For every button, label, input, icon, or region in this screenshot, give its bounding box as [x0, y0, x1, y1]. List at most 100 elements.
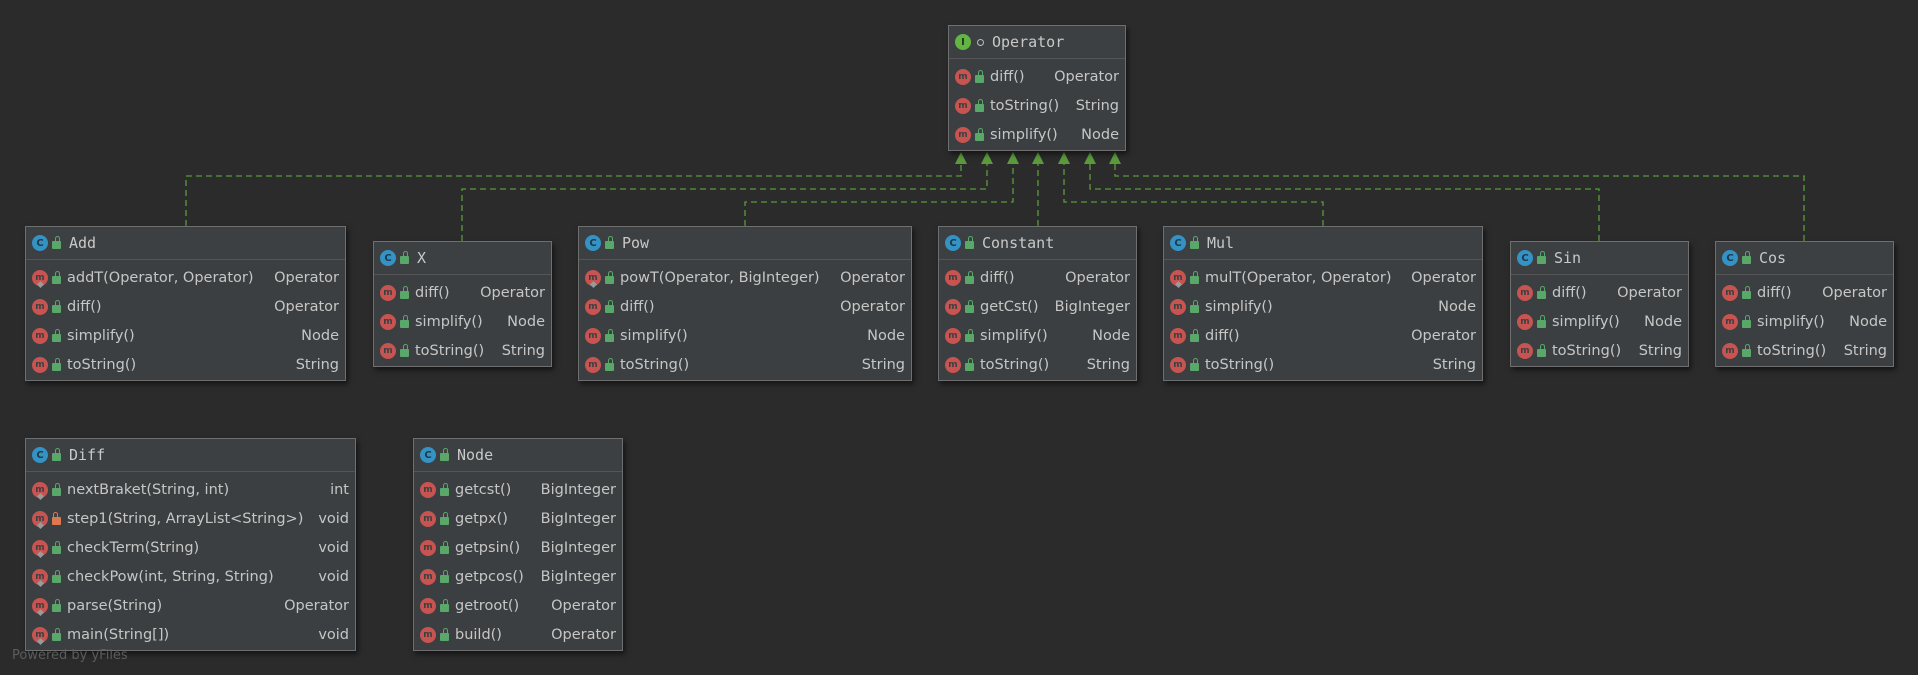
- return-type: Operator: [1054, 68, 1119, 85]
- method-name: step1(String, ArrayList<String>): [67, 510, 304, 527]
- return-type: Node: [1081, 126, 1119, 143]
- method-row[interactable]: m diff() Operator: [579, 292, 911, 321]
- method-name: getcst(): [455, 481, 512, 498]
- uml-node-diff[interactable]: C Diff m nextBraket(String, int) int m step1(S…: [25, 438, 356, 651]
- uml-node-header[interactable]: C Pow: [579, 227, 911, 260]
- return-type: BigInteger: [540, 481, 616, 498]
- method-name: simplify(): [415, 313, 483, 330]
- method-row[interactable]: m simplify() Node: [579, 321, 911, 350]
- return-type: String: [501, 342, 545, 359]
- uml-node-header[interactable]: C Mul: [1164, 227, 1482, 260]
- uml-node-cos[interactable]: C Cos m diff() Operator m simplify() Node m toStr…: [1715, 241, 1894, 367]
- method-row[interactable]: m getCst() BigInteger: [939, 292, 1136, 321]
- uml-node-header[interactable]: I Operator: [949, 26, 1125, 59]
- method-row[interactable]: m simplify() Node: [949, 120, 1125, 149]
- method-row[interactable]: m diff() Operator: [26, 292, 345, 321]
- method-row[interactable]: m addT(Operator, Operator) Operator: [26, 263, 345, 292]
- uml-member-list: m diff() Operator m getCst() BigInteger m simpl…: [939, 260, 1136, 379]
- method-icon: m: [955, 68, 971, 85]
- method-row[interactable]: m toString() String: [1164, 350, 1482, 379]
- method-row[interactable]: m diff() Operator: [374, 278, 551, 307]
- public-lock-icon: [1537, 251, 1546, 264]
- method-row[interactable]: m toString() String: [1716, 336, 1893, 365]
- method-row[interactable]: m powT(Operator, BigInteger) Operator: [579, 263, 911, 292]
- uml-member-list: m nextBraket(String, int) int m step1(String…: [26, 472, 355, 649]
- powered-by-footer: Powered by yFiles: [12, 648, 128, 663]
- method-row[interactable]: m diff() Operator: [949, 62, 1125, 91]
- interface-icon: I: [955, 34, 971, 50]
- method-row[interactable]: m build() Operator: [414, 620, 622, 649]
- method-row[interactable]: m diff() Operator: [939, 263, 1136, 292]
- method-row[interactable]: m parse(String) Operator: [26, 591, 355, 620]
- public-lock-icon: [400, 343, 409, 357]
- method-row[interactable]: m getpx() BigInteger: [414, 504, 622, 533]
- uml-member-list: m addT(Operator, Operator) Operator m diff()…: [26, 260, 345, 379]
- return-type: Operator: [551, 626, 616, 643]
- method-icon: m: [32, 327, 48, 344]
- uml-node-header[interactable]: C Constant: [939, 227, 1136, 260]
- method-row[interactable]: m nextBraket(String, int) int: [26, 475, 355, 504]
- public-lock-icon: [975, 127, 984, 141]
- method-row[interactable]: m diff() Operator: [1164, 321, 1482, 350]
- method-row[interactable]: m getcst() BigInteger: [414, 475, 622, 504]
- return-type: Operator: [274, 269, 339, 286]
- method-icon: m: [1517, 284, 1533, 301]
- method-row[interactable]: m checkPow(int, String, String) void: [26, 562, 355, 591]
- method-row[interactable]: m getroot() Operator: [414, 591, 622, 620]
- method-row[interactable]: m toString() String: [579, 350, 911, 379]
- uml-node-mul[interactable]: C Mul m mulT(Operator, Operator) Operator m si…: [1163, 226, 1483, 381]
- method-row[interactable]: m simplify() Node: [26, 321, 345, 350]
- public-lock-icon: [965, 299, 974, 313]
- method-icon: m: [420, 481, 436, 498]
- method-row[interactable]: m simplify() Node: [939, 321, 1136, 350]
- method-row[interactable]: m toString() String: [939, 350, 1136, 379]
- method-row[interactable]: m diff() Operator: [1716, 278, 1893, 307]
- method-name: diff(): [620, 298, 655, 315]
- uml-node-header[interactable]: CX: [374, 242, 551, 275]
- method-row[interactable]: m simplify() Node: [1164, 292, 1482, 321]
- uml-node-header[interactable]: C Sin: [1511, 242, 1688, 275]
- method-row[interactable]: m mulT(Operator, Operator) Operator: [1164, 263, 1482, 292]
- method-row[interactable]: m toString() String: [26, 350, 345, 379]
- method-row[interactable]: m simplify() Node: [374, 307, 551, 336]
- uml-node-operator[interactable]: I Operator m diff() Operator m toString() Strin…: [948, 25, 1126, 151]
- public-lock-icon: [1742, 285, 1751, 299]
- class-icon: C: [1722, 250, 1738, 266]
- method-row[interactable]: m getpsin() BigInteger: [414, 533, 622, 562]
- method-name: toString(): [1757, 342, 1827, 359]
- return-type: String: [861, 356, 905, 373]
- method-icon: m: [420, 539, 436, 556]
- method-row[interactable]: m main(String[]) void: [26, 620, 355, 649]
- method-row[interactable]: m diff() Operator: [1511, 278, 1688, 307]
- uml-node-node[interactable]: C Node m getcst() BigInteger m getpx() BigInteg…: [413, 438, 623, 651]
- private-lock-icon: [52, 511, 61, 525]
- return-type: void: [318, 510, 349, 527]
- uml-node-header[interactable]: C Add: [26, 227, 345, 260]
- uml-node-add[interactable]: C Add m addT(Operator, Operator) Operator m di…: [25, 226, 346, 381]
- uml-node-header[interactable]: C Node: [414, 439, 622, 472]
- uml-node-sin[interactable]: C Sin m diff() Operator m simplify() Node m toStr…: [1510, 241, 1689, 367]
- method-name: build(): [455, 626, 502, 643]
- public-lock-icon: [440, 511, 449, 525]
- uml-node-constant[interactable]: C Constant m diff() Operator m getCst() BigInte…: [938, 226, 1137, 381]
- uml-node-x[interactable]: C X m diff() Operator m simplify() Node m toStrin…: [373, 241, 552, 367]
- return-type: Operator: [840, 298, 905, 315]
- return-type: Operator: [480, 284, 545, 301]
- method-row[interactable]: m step1(String, ArrayList<String>) void: [26, 504, 355, 533]
- return-type: Operator: [284, 597, 349, 614]
- public-lock-icon: [52, 448, 61, 461]
- method-row[interactable]: m toString() String: [374, 336, 551, 365]
- public-lock-icon: [1190, 299, 1199, 313]
- method-row[interactable]: m getpcos() BigInteger: [414, 562, 622, 591]
- method-row[interactable]: m simplify() Node: [1511, 307, 1688, 336]
- method-name: simplify(): [620, 327, 688, 344]
- method-row[interactable]: m checkTerm(String) void: [26, 533, 355, 562]
- uml-node-header[interactable]: C Cos: [1716, 242, 1893, 275]
- method-row[interactable]: m simplify() Node: [1716, 307, 1893, 336]
- uml-node-pow[interactable]: C Pow m powT(Operator, BigInteger) Operator m…: [578, 226, 912, 381]
- method-row[interactable]: m toString() String: [949, 91, 1125, 120]
- uml-node-header[interactable]: C Diff: [26, 439, 355, 472]
- method-row[interactable]: m toString() String: [1511, 336, 1688, 365]
- return-type: Node: [867, 327, 905, 344]
- return-type: Node: [1092, 327, 1130, 344]
